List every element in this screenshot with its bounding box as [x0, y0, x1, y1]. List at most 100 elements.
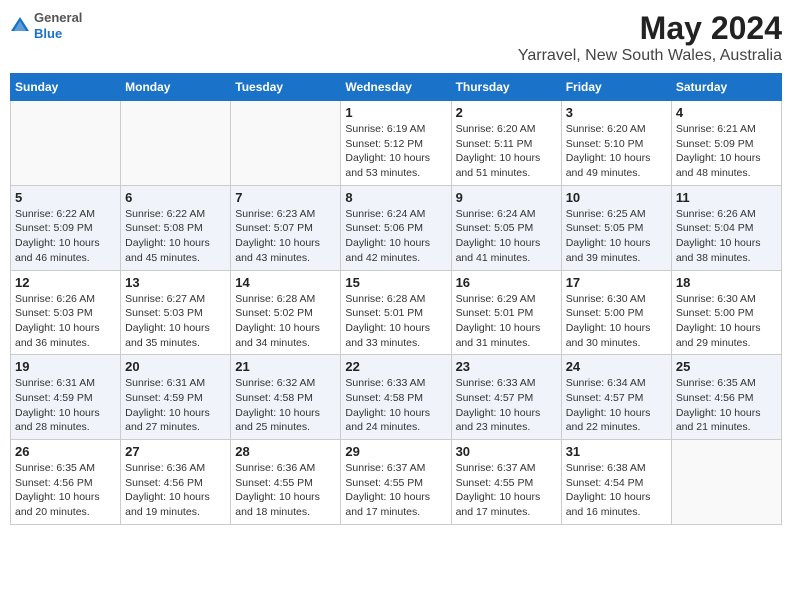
day-number: 9: [456, 190, 557, 205]
calendar-cell: 10Sunrise: 6:25 AMSunset: 5:05 PMDayligh…: [561, 185, 671, 270]
calendar-cell: 20 Sunrise: 6:31 AMSunset: 4:59 PMDayligh…: [121, 355, 231, 440]
calendar-row-2: 5 Sunrise: 6:22 AMSunset: 5:09 PMDaylight…: [11, 185, 782, 270]
day-number: 23: [456, 359, 557, 374]
day-number: 27: [125, 444, 226, 459]
day-info: Sunrise: 6:31 AMSunset: 4:59 PMDaylight:…: [125, 376, 226, 435]
day-info: Sunrise: 6:28 AMSunset: 5:02 PMDaylight:…: [235, 292, 336, 351]
day-number: 25: [676, 359, 777, 374]
day-info: Sunrise: 6:20 AMSunset: 5:11 PMDaylight:…: [456, 122, 557, 181]
day-info: Sunrise: 6:33 AMSunset: 4:58 PMDaylight:…: [345, 376, 446, 435]
day-number: 17: [566, 275, 667, 290]
calendar-cell: 6 Sunrise: 6:22 AMSunset: 5:08 PMDaylight…: [121, 185, 231, 270]
day-info: Sunrise: 6:35 AMSunset: 4:56 PMDaylight:…: [15, 461, 116, 520]
calendar-cell: 22 Sunrise: 6:33 AMSunset: 4:58 PMDayligh…: [341, 355, 451, 440]
day-info: Sunrise: 6:19 AMSunset: 5:12 PMDaylight:…: [345, 122, 446, 181]
day-number: 20: [125, 359, 226, 374]
day-info: Sunrise: 6:21 AMSunset: 5:09 PMDaylight:…: [676, 122, 777, 181]
col-monday: Monday: [121, 74, 231, 101]
calendar-cell: 23 Sunrise: 6:33 AMSunset: 4:57 PMDayligh…: [451, 355, 561, 440]
day-number: 2: [456, 105, 557, 120]
day-number: 26: [15, 444, 116, 459]
calendar-cell: 3 Sunrise: 6:20 AMSunset: 5:10 PMDaylight…: [561, 101, 671, 186]
calendar-cell: 4 Sunrise: 6:21 AMSunset: 5:09 PMDaylight…: [671, 101, 781, 186]
day-info: Sunrise: 6:22 AMSunset: 5:08 PMDaylight:…: [125, 207, 226, 266]
day-number: 16: [456, 275, 557, 290]
day-number: 3: [566, 105, 667, 120]
day-number: 19: [15, 359, 116, 374]
calendar-header: Sunday Monday Tuesday Wednesday Thursday…: [11, 74, 782, 101]
day-info: Sunrise: 6:34 AMSunset: 4:57 PMDaylight:…: [566, 376, 667, 435]
calendar-cell: 5 Sunrise: 6:22 AMSunset: 5:09 PMDaylight…: [11, 185, 121, 270]
day-number: 8: [345, 190, 446, 205]
col-wednesday: Wednesday: [341, 74, 451, 101]
calendar-cell: 12 Sunrise: 6:26 AMSunset: 5:03 PMDayligh…: [11, 270, 121, 355]
calendar-row-3: 12 Sunrise: 6:26 AMSunset: 5:03 PMDayligh…: [11, 270, 782, 355]
day-number: 28: [235, 444, 336, 459]
day-number: 6: [125, 190, 226, 205]
day-info: Sunrise: 6:38 AMSunset: 4:54 PMDaylight:…: [566, 461, 667, 520]
day-info: Sunrise: 6:23 AMSunset: 5:07 PMDaylight:…: [235, 207, 336, 266]
calendar-cell: [121, 101, 231, 186]
day-number: 5: [15, 190, 116, 205]
page-header: General Blue May 2024 Yarravel, New Sout…: [10, 10, 782, 65]
calendar-cell: 27 Sunrise: 6:36 AMSunset: 4:56 PMDayligh…: [121, 440, 231, 525]
calendar-cell: 9 Sunrise: 6:24 AMSunset: 5:05 PMDaylight…: [451, 185, 561, 270]
day-number: 18: [676, 275, 777, 290]
day-info: Sunrise: 6:20 AMSunset: 5:10 PMDaylight:…: [566, 122, 667, 181]
calendar-cell: 19 Sunrise: 6:31 AMSunset: 4:59 PMDayligh…: [11, 355, 121, 440]
calendar-row-4: 19 Sunrise: 6:31 AMSunset: 4:59 PMDayligh…: [11, 355, 782, 440]
day-number: 24: [566, 359, 667, 374]
day-number: 13: [125, 275, 226, 290]
page-subtitle: Yarravel, New South Wales, Australia: [518, 47, 782, 65]
day-info: Sunrise: 6:29 AMSunset: 5:01 PMDaylight:…: [456, 292, 557, 351]
logo-icon: [10, 16, 30, 36]
calendar-cell: 11Sunrise: 6:26 AMSunset: 5:04 PMDayligh…: [671, 185, 781, 270]
calendar-cell: 21Sunrise: 6:32 AMSunset: 4:58 PMDayligh…: [231, 355, 341, 440]
calendar-cell: 13 Sunrise: 6:27 AMSunset: 5:03 PMDayligh…: [121, 270, 231, 355]
day-info: Sunrise: 6:37 AMSunset: 4:55 PMDaylight:…: [456, 461, 557, 520]
day-number: 31: [566, 444, 667, 459]
day-info: Sunrise: 6:28 AMSunset: 5:01 PMDaylight:…: [345, 292, 446, 351]
day-number: 30: [456, 444, 557, 459]
page-title: May 2024: [518, 10, 782, 47]
calendar-cell: 26 Sunrise: 6:35 AMSunset: 4:56 PMDayligh…: [11, 440, 121, 525]
col-thursday: Thursday: [451, 74, 561, 101]
day-info: Sunrise: 6:30 AMSunset: 5:00 PMDaylight:…: [676, 292, 777, 351]
day-number: 4: [676, 105, 777, 120]
day-info: Sunrise: 6:33 AMSunset: 4:57 PMDaylight:…: [456, 376, 557, 435]
title-block: May 2024 Yarravel, New South Wales, Aust…: [518, 10, 782, 65]
day-number: 21: [235, 359, 336, 374]
day-number: 29: [345, 444, 446, 459]
calendar-cell: 30 Sunrise: 6:37 AMSunset: 4:55 PMDayligh…: [451, 440, 561, 525]
day-number: 14: [235, 275, 336, 290]
day-number: 15: [345, 275, 446, 290]
day-number: 7: [235, 190, 336, 205]
logo-general: General: [34, 10, 82, 26]
logo-blue: Blue: [34, 26, 82, 42]
calendar-body: 1 Sunrise: 6:19 AMSunset: 5:12 PMDaylight…: [11, 101, 782, 525]
calendar-cell: [11, 101, 121, 186]
calendar-cell: 15 Sunrise: 6:28 AMSunset: 5:01 PMDayligh…: [341, 270, 451, 355]
day-number: 1: [345, 105, 446, 120]
calendar-cell: 1 Sunrise: 6:19 AMSunset: 5:12 PMDaylight…: [341, 101, 451, 186]
calendar-cell: 29Sunrise: 6:37 AMSunset: 4:55 PMDayligh…: [341, 440, 451, 525]
col-saturday: Saturday: [671, 74, 781, 101]
day-info: Sunrise: 6:22 AMSunset: 5:09 PMDaylight:…: [15, 207, 116, 266]
day-info: Sunrise: 6:26 AMSunset: 5:03 PMDaylight:…: [15, 292, 116, 351]
col-sunday: Sunday: [11, 74, 121, 101]
day-info: Sunrise: 6:26 AMSunset: 5:04 PMDaylight:…: [676, 207, 777, 266]
day-info: Sunrise: 6:27 AMSunset: 5:03 PMDaylight:…: [125, 292, 226, 351]
day-info: Sunrise: 6:30 AMSunset: 5:00 PMDaylight:…: [566, 292, 667, 351]
calendar-cell: 7 Sunrise: 6:23 AMSunset: 5:07 PMDaylight…: [231, 185, 341, 270]
col-tuesday: Tuesday: [231, 74, 341, 101]
day-number: 12: [15, 275, 116, 290]
calendar-cell: [671, 440, 781, 525]
calendar-cell: 31 Sunrise: 6:38 AMSunset: 4:54 PMDayligh…: [561, 440, 671, 525]
calendar-row-5: 26 Sunrise: 6:35 AMSunset: 4:56 PMDayligh…: [11, 440, 782, 525]
calendar-cell: [231, 101, 341, 186]
day-info: Sunrise: 6:36 AMSunset: 4:56 PMDaylight:…: [125, 461, 226, 520]
calendar-row-1: 1 Sunrise: 6:19 AMSunset: 5:12 PMDaylight…: [11, 101, 782, 186]
day-number: 22: [345, 359, 446, 374]
day-info: Sunrise: 6:31 AMSunset: 4:59 PMDaylight:…: [15, 376, 116, 435]
day-info: Sunrise: 6:24 AMSunset: 5:05 PMDaylight:…: [456, 207, 557, 266]
